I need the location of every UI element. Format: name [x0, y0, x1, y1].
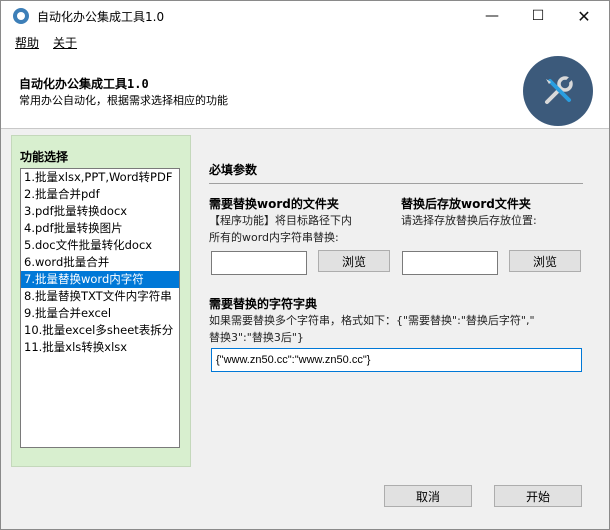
- output-folder-desc: 请选择存放替换后存放位置:: [401, 214, 537, 227]
- menu-bar: 帮助 关于: [1, 31, 609, 51]
- footer-bar: 取消 开始: [1, 467, 609, 529]
- list-item[interactable]: 8.批量替换TXT文件内字符串: [21, 288, 179, 305]
- header-subtitle: 常用办公自动化，根据需求选择相应的功能: [19, 94, 228, 107]
- list-item[interactable]: 6.word批量合并: [21, 254, 179, 271]
- list-item[interactable]: 10.批量excel多sheet表拆分: [21, 322, 179, 339]
- cancel-button[interactable]: 取消: [384, 485, 472, 507]
- list-item[interactable]: 4.pdf批量转换图片: [21, 220, 179, 237]
- list-item[interactable]: 11.批量xls转换xlsx: [21, 339, 179, 356]
- tools-icon: [523, 56, 593, 126]
- output-browse-button[interactable]: 浏览: [509, 250, 581, 272]
- dictionary-desc-2: 替换3":"替换3后"}: [209, 331, 304, 344]
- list-item[interactable]: 5.doc文件批量转化docx: [21, 237, 179, 254]
- list-item[interactable]: 3.pdf批量转换docx: [21, 203, 179, 220]
- list-item[interactable]: 1.批量xlsx,PPT,Word转PDF: [21, 169, 179, 186]
- source-browse-button[interactable]: 浏览: [318, 250, 390, 272]
- list-item-selected[interactable]: 7.批量替换word内字符: [21, 271, 179, 288]
- output-folder-label: 替换后存放word文件夹: [401, 197, 531, 211]
- app-window: 自动化办公集成工具1.0 — ☐ ✕ 帮助 关于 自动化办公集成工具1.0 常用…: [0, 0, 610, 530]
- maximize-button[interactable]: ☐: [515, 1, 561, 31]
- source-folder-desc: 【程序功能】将目标路径下内: [209, 214, 352, 227]
- section-divider: [209, 183, 583, 184]
- source-folder-desc-2: 所有的word内字符串替换:: [209, 231, 339, 244]
- list-item[interactable]: 9.批量合并excel: [21, 305, 179, 322]
- source-folder-input[interactable]: [211, 251, 307, 275]
- start-button[interactable]: 开始: [494, 485, 582, 507]
- close-button[interactable]: ✕: [561, 1, 607, 31]
- header-title: 自动化办公集成工具1.0: [19, 77, 149, 91]
- menu-about[interactable]: 关于: [53, 34, 77, 51]
- dictionary-input[interactable]: [211, 348, 582, 372]
- header-banner: 自动化办公集成工具1.0 常用办公自动化，根据需求选择相应的功能: [1, 51, 609, 129]
- function-list[interactable]: 1.批量xlsx,PPT,Word转PDF 2.批量合并pdf 3.pdf批量转…: [20, 168, 180, 448]
- minimize-button[interactable]: —: [469, 1, 515, 31]
- source-folder-label: 需要替换word的文件夹: [209, 197, 339, 211]
- list-item[interactable]: 2.批量合并pdf: [21, 186, 179, 203]
- window-title: 自动化办公集成工具1.0: [37, 10, 165, 24]
- output-folder-input[interactable]: [402, 251, 498, 275]
- app-icon: [13, 8, 29, 24]
- section-title: 必填参数: [209, 163, 258, 177]
- function-panel: 功能选择 1.批量xlsx,PPT,Word转PDF 2.批量合并pdf 3.p…: [11, 135, 191, 467]
- dictionary-label: 需要替换的字符字典: [209, 297, 318, 311]
- parameters-panel: 必填参数 需要替换word的文件夹 【程序功能】将目标路径下内 所有的word内…: [193, 135, 599, 467]
- dictionary-desc: 如果需要替换多个字符串，格式如下：{"需要替换":"替换后字符",": [209, 314, 535, 327]
- function-panel-title: 功能选择: [20, 150, 69, 164]
- title-bar: 自动化办公集成工具1.0 — ☐ ✕: [1, 1, 609, 31]
- menu-help[interactable]: 帮助: [15, 34, 39, 51]
